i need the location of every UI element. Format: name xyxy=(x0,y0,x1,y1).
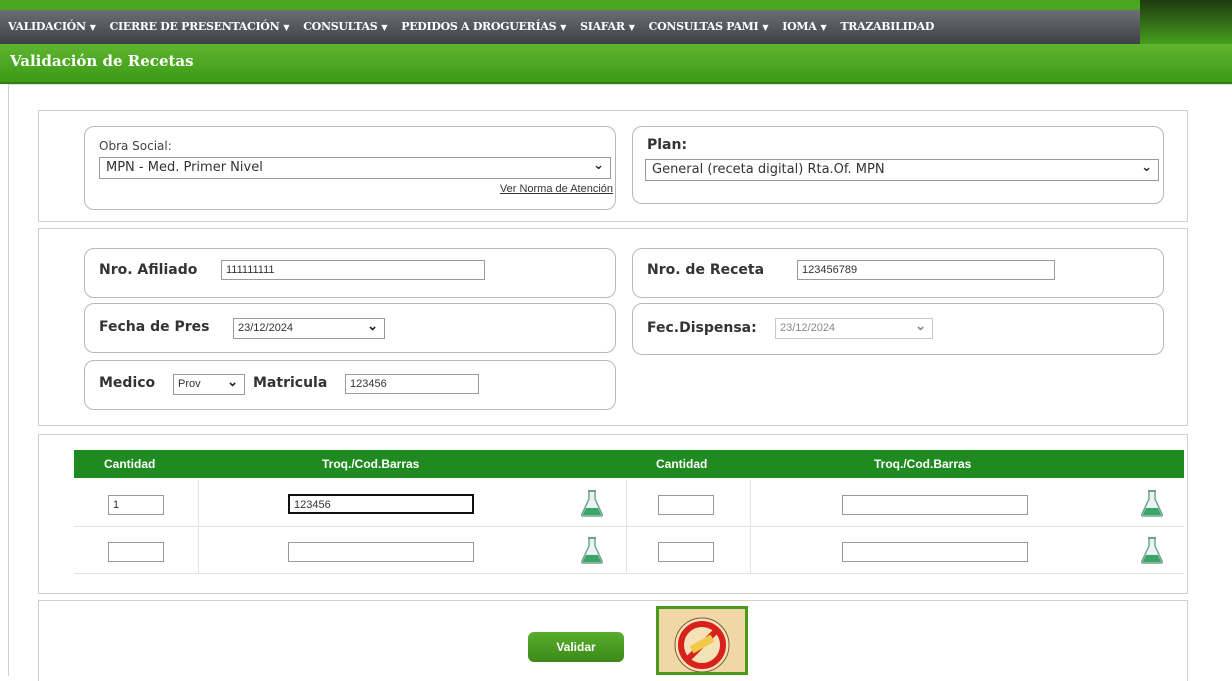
chevron-down-icon: ▼ xyxy=(762,22,769,32)
menu-ioma[interactable]: IOMA ▼ xyxy=(782,20,826,36)
fec-dispensa-value: 23/12/2024 xyxy=(780,322,836,334)
receta-box: Nro. de Receta 123456789 xyxy=(632,248,1164,298)
header-codigo-2: Troq./Cod.Barras xyxy=(874,457,972,471)
stamp-icon xyxy=(674,617,730,672)
table-row: 1 123456 xyxy=(74,480,1184,527)
cantidad-input[interactable] xyxy=(658,542,714,562)
main-menu-bar: VALIDACIÓN ▼ CIERRE DE PRESENTACIÓN ▼ CONS… xyxy=(0,10,1140,46)
afiliado-input[interactable]: 111111111 xyxy=(221,260,485,280)
chevron-down-icon: ▼ xyxy=(381,22,388,32)
plan-box: Plan: General (receta digital) Rta.Of. M… xyxy=(632,126,1164,204)
chevron-down-icon: ▼ xyxy=(560,22,567,32)
receta-label: Nro. de Receta xyxy=(647,262,765,278)
chevron-down-icon: ▼ xyxy=(820,22,827,32)
codigo-input[interactable] xyxy=(288,542,474,562)
obra-social-label: Obra Social: xyxy=(99,139,172,153)
flask-icon[interactable] xyxy=(580,536,604,564)
flask-icon[interactable] xyxy=(1140,489,1164,517)
fec-dispensa-select[interactable]: 23/12/2024 ⌄ xyxy=(775,318,933,339)
flask-icon[interactable] xyxy=(580,489,604,517)
table-row xyxy=(74,527,1184,574)
validar-button[interactable]: Validar xyxy=(528,632,624,662)
medico-label: Medico xyxy=(99,375,156,391)
cantidad-input[interactable] xyxy=(108,542,164,562)
plan-select[interactable]: General (receta digital) Rta.Of. MPN ⌄ xyxy=(645,159,1159,181)
codigo-input[interactable]: 123456 xyxy=(288,494,474,514)
matricula-input[interactable]: 123456 xyxy=(345,374,479,394)
page-title-bar: Validación de Recetas xyxy=(0,44,1232,84)
obra-social-select[interactable]: MPN - Med. Primer Nivel ⌄ xyxy=(99,157,611,179)
menu-consultas-pami[interactable]: CONSULTAS PAMI ▼ xyxy=(649,20,769,36)
chevron-down-icon: ⌄ xyxy=(593,158,604,173)
chevron-down-icon: ▼ xyxy=(89,22,96,32)
matricula-label: Matricula xyxy=(253,375,328,391)
top-header: VALIDACIÓN ▼ CIERRE DE PRESENTACIÓN ▼ CONS… xyxy=(0,0,1232,48)
obra-social-box: Obra Social: MPN - Med. Primer Nivel ⌄ V… xyxy=(84,126,616,210)
codigo-input[interactable] xyxy=(842,542,1028,562)
header-cantidad-2: Cantidad xyxy=(656,457,708,471)
plan-value: General (receta digital) Rta.Of. MPN xyxy=(652,162,885,177)
fecha-pres-value: 23/12/2024 xyxy=(238,322,294,334)
menu-consultas[interactable]: CONSULTAS ▼ xyxy=(303,20,387,36)
fecha-pres-label: Fecha de Pres xyxy=(99,319,210,335)
medico-tipo-value: Prov xyxy=(178,378,201,390)
codigo-input[interactable] xyxy=(842,495,1028,515)
cantidad-input[interactable] xyxy=(658,495,714,515)
cantidad-input[interactable]: 1 xyxy=(108,495,164,515)
fec-dispensa-label: Fec.Dispensa: xyxy=(647,320,757,336)
header-banner xyxy=(1140,0,1232,48)
flask-icon[interactable] xyxy=(1140,536,1164,564)
medico-box: Medico Prov ⌄ Matricula 123456 xyxy=(84,360,616,410)
main-menu: VALIDACIÓN ▼ CIERRE DE PRESENTACIÓN ▼ CONS… xyxy=(8,20,934,36)
chevron-down-icon: ⌄ xyxy=(915,318,926,333)
receta-input[interactable]: 123456789 xyxy=(797,260,1055,280)
ver-norma-link[interactable]: Ver Norma de Atención xyxy=(500,183,613,195)
afiliado-label: Nro. Afiliado xyxy=(99,262,198,278)
menu-cierre-presentacion[interactable]: CIERRE DE PRESENTACIÓN ▼ xyxy=(110,20,290,36)
header-codigo-1: Troq./Cod.Barras xyxy=(322,457,420,471)
chevron-down-icon: ▼ xyxy=(283,22,290,32)
header-cantidad-1: Cantidad xyxy=(104,457,156,471)
chevron-down-icon: ⌄ xyxy=(1141,160,1152,175)
page-title: Validación de Recetas xyxy=(10,52,194,70)
afiliado-box: Nro. Afiliado 111111111 xyxy=(84,248,616,298)
fec-dispensa-box: Fec.Dispensa: 23/12/2024 ⌄ xyxy=(632,303,1164,355)
chevron-down-icon: ▼ xyxy=(628,22,635,32)
fecha-pres-box: Fecha de Pres 23/12/2024 ⌄ xyxy=(84,303,616,353)
menu-pedidos-droguerias[interactable]: PEDIDOS A DROGUERÍAS ▼ xyxy=(401,20,566,36)
menu-siafar[interactable]: SIAFAR ▼ xyxy=(580,20,635,36)
table-header: Cantidad Troq./Cod.Barras Cantidad Troq.… xyxy=(74,450,1184,478)
fecha-pres-select[interactable]: 23/12/2024 ⌄ xyxy=(233,318,385,339)
stamp-button[interactable] xyxy=(656,606,748,675)
menu-trazabilidad[interactable]: TRAZABILIDAD xyxy=(840,20,934,36)
chevron-down-icon: ⌄ xyxy=(227,374,238,389)
menu-validacion[interactable]: VALIDACIÓN ▼ xyxy=(8,20,96,36)
obra-social-value: MPN - Med. Primer Nivel xyxy=(106,160,263,175)
chevron-down-icon: ⌄ xyxy=(367,318,378,333)
plan-label: Plan: xyxy=(647,137,688,153)
medico-tipo-select[interactable]: Prov ⌄ xyxy=(173,374,245,395)
